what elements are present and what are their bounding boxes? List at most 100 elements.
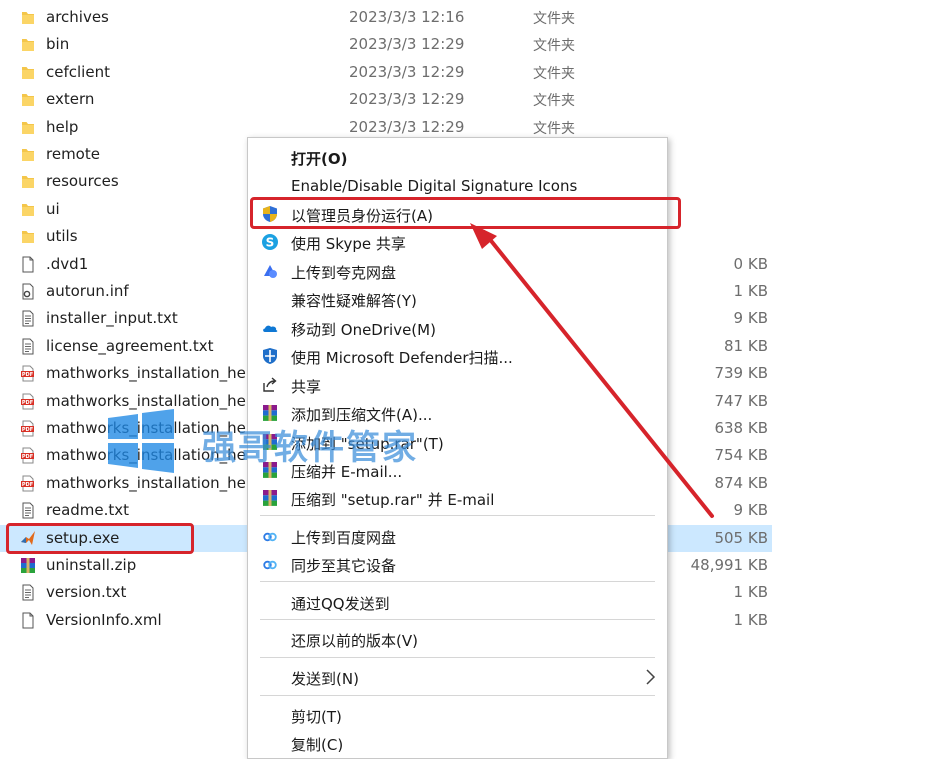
file-date: 2023/3/3 12:29 (349, 62, 465, 81)
file-date: 2023/3/3 12:16 (349, 8, 465, 26)
file-size: 0 KB (733, 254, 768, 273)
menu-item-label: 移动到 OneDrive(M) (291, 321, 436, 339)
file-name: version.txt (46, 583, 127, 602)
file-name: .dvd1 (46, 254, 89, 273)
menu-item-label: Enable/Disable Digital Signature Icons (291, 177, 578, 195)
menu-item-upload-quark[interactable]: 上传到夸克网盘 (248, 257, 667, 285)
folder-icon (20, 36, 36, 53)
folder-icon (20, 146, 36, 163)
file-name: mathworks_installation_help (46, 391, 260, 410)
menu-item-label: 使用 Skype 共享 (291, 235, 406, 253)
menu-separator (260, 515, 655, 516)
menu-item-label: 兼容性疑难解答(Y) (291, 292, 417, 310)
text-file-icon (20, 338, 36, 355)
settings-file-icon (20, 283, 36, 300)
file-row[interactable]: bin 2023/3/3 12:29 文件夹 (0, 31, 936, 58)
svg-text:PDF: PDF (22, 372, 33, 378)
file-name: mathworks_installation_help (46, 364, 260, 383)
menu-item-label: 共享 (291, 378, 322, 396)
folder-icon (20, 201, 36, 218)
pdf-file-icon: PDF (20, 365, 36, 382)
menu-item-label: 上传到夸克网盘 (291, 264, 397, 282)
text-file-icon (20, 310, 36, 327)
svg-text:PDF: PDF (22, 399, 33, 405)
folder-icon (20, 64, 36, 81)
defender-shield-icon (263, 348, 277, 364)
menu-item-compress-setup-email[interactable]: 压缩到 "setup.rar" 并 E-mail (248, 484, 667, 512)
menu-item-label: 打开(O) (291, 150, 348, 168)
menu-item-copy[interactable]: 复制(C) (248, 729, 667, 757)
baidu-netdisk-icon (263, 560, 277, 570)
onedrive-cloud-icon (263, 325, 278, 332)
file-size: 9 KB (733, 501, 768, 520)
file-size: 739 KB (714, 364, 768, 383)
menu-item-label: 通过QQ发送到 (291, 595, 390, 613)
file-type: 文件夹 (533, 120, 575, 137)
menu-item-move-onedrive[interactable]: 移动到 OneDrive(M) (248, 314, 667, 342)
file-name: VersionInfo.xml (46, 610, 162, 629)
file-name: autorun.inf (46, 282, 129, 300)
file-name: readme.txt (46, 501, 130, 520)
folder-icon (20, 91, 36, 108)
menu-item-restore-version[interactable]: 还原以前的版本(V) (248, 625, 667, 653)
file-type: 文件夹 (533, 93, 575, 110)
file-name: extern (46, 90, 95, 109)
file-name: installer_input.txt (46, 309, 178, 328)
highlight-box-run-as-admin (250, 197, 681, 229)
pdf-file-icon: PDF (20, 393, 36, 410)
file-date: 2023/3/3 12:29 (349, 35, 465, 54)
file-row[interactable]: extern 2023/3/3 12:29 文件夹 (0, 86, 936, 113)
menu-item-label: 还原以前的版本(V) (291, 632, 418, 650)
share-icon (263, 377, 277, 392)
winrar-icon (20, 557, 36, 574)
menu-item-send-to[interactable]: 发送到(N) (248, 663, 667, 691)
winrar-icon (263, 490, 277, 506)
file-row[interactable]: cefclient 2023/3/3 12:29 文件夹 (0, 59, 936, 86)
file-size: 1 KB (733, 610, 768, 629)
menu-item-send-qq[interactable]: 通过QQ发送到 (248, 588, 667, 616)
file-type: 文件夹 (533, 38, 575, 55)
menu-item-open[interactable]: 打开(O) (248, 143, 667, 171)
file-size: 505 KB (714, 528, 768, 547)
file-row[interactable]: archives 2023/3/3 12:16 文件夹 (0, 4, 936, 31)
watermark-text: 强哥软件管家 (202, 428, 418, 468)
menu-item-digital-signature[interactable]: Enable/Disable Digital Signature Icons (248, 172, 667, 200)
svg-text:PDF: PDF (22, 454, 33, 460)
menu-item-upload-baidu[interactable]: 上传到百度网盘 (248, 522, 667, 550)
file-name: ui (46, 199, 60, 218)
menu-item-defender-scan[interactable]: 使用 Microsoft Defender扫描... (248, 342, 667, 370)
file-name: archives (46, 8, 109, 26)
folder-icon (20, 9, 36, 26)
menu-item-share-skype[interactable]: S 使用 Skype 共享 (248, 228, 667, 256)
file-size: 638 KB (714, 419, 768, 437)
svg-text:PDF: PDF (22, 427, 33, 433)
menu-item-label: 发送到(N) (291, 670, 359, 688)
file-size: 1 KB (733, 583, 768, 602)
menu-item-sync-devices[interactable]: 同步至其它设备 (248, 550, 667, 578)
menu-item-label: 复制(C) (291, 736, 344, 754)
blank-file-icon (20, 256, 36, 273)
file-name: resources (46, 172, 119, 191)
text-file-icon (20, 502, 36, 519)
menu-item-share[interactable]: 共享 (248, 371, 667, 399)
svg-text:PDF: PDF (22, 482, 33, 488)
file-size: 81 KB (724, 336, 768, 355)
folder-icon (20, 228, 36, 245)
file-name: uninstall.zip (46, 556, 137, 574)
menu-item-label: 压缩到 "setup.rar" 并 E-mail (291, 491, 495, 509)
pdf-file-icon: PDF (20, 420, 36, 437)
file-size: 754 KB (714, 446, 768, 465)
quark-cloud-icon (264, 265, 277, 278)
menu-item-compat-troubleshoot[interactable]: 兼容性疑难解答(Y) (248, 285, 667, 313)
file-size: 9 KB (733, 309, 768, 328)
menu-separator (260, 657, 655, 658)
file-name: utils (46, 227, 78, 246)
highlight-box-setup-exe (6, 523, 194, 554)
file-name: help (46, 117, 79, 136)
file-name: bin (46, 35, 70, 54)
file-type: 文件夹 (533, 11, 575, 27)
menu-item-label: 上传到百度网盘 (291, 529, 397, 547)
folder-icon (20, 173, 36, 190)
file-date: 2023/3/3 12:29 (349, 117, 465, 136)
menu-item-cut[interactable]: 剪切(T) (248, 701, 667, 729)
